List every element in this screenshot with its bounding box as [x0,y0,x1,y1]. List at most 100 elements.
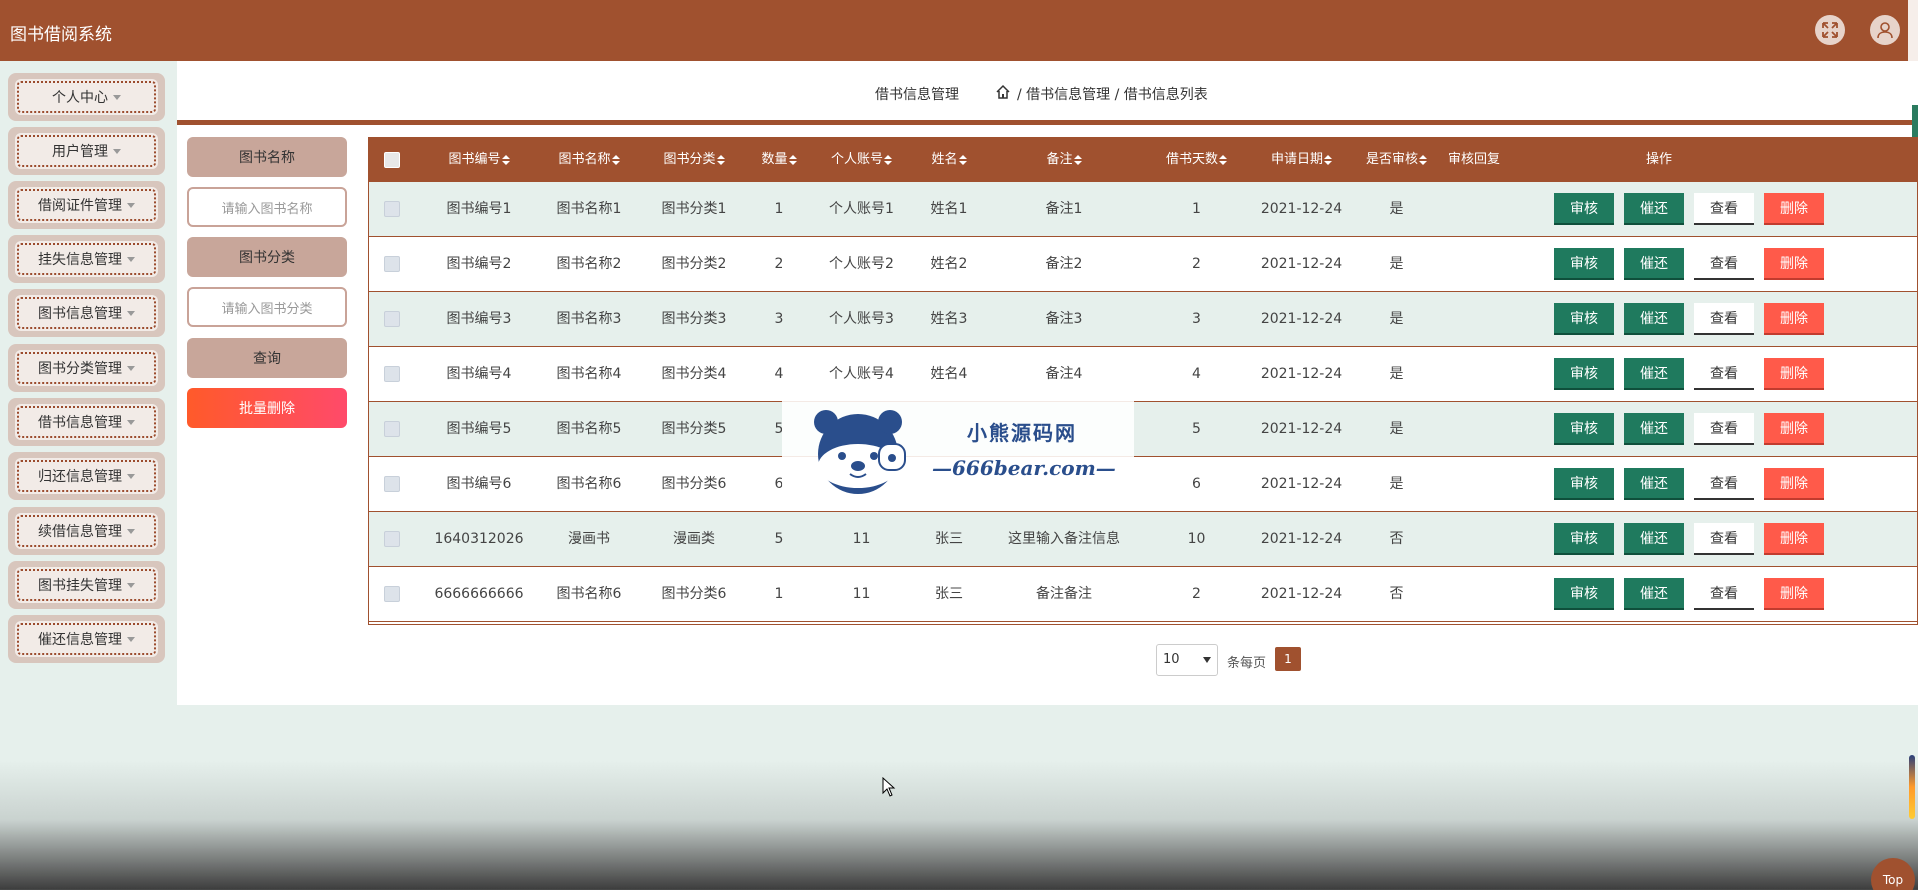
row-checkbox[interactable] [384,256,400,272]
delete-button[interactable]: 删除 [1764,578,1824,610]
sidebar-item-book-category[interactable]: 图书分类管理 [8,344,165,392]
sidebar-item-card-management[interactable]: 借阅证件管理 [8,181,165,229]
view-button[interactable]: 查看 [1694,523,1754,555]
breadcrumb-path[interactable]: / 借书信息管理 / 借书信息列表 [1017,84,1208,104]
cell-date: 2021-12-24 [1260,586,1343,602]
remind-button[interactable]: 催还 [1624,248,1684,280]
user-avatar-icon[interactable] [1870,15,1900,45]
watermark: 小熊源码网 —666bear.com— [782,400,1134,500]
col-header-date[interactable]: 申请日期 [1249,138,1354,182]
cell-person: 姓名2 [930,256,968,272]
col-header-qty[interactable]: 数量 [749,138,809,182]
audit-button[interactable]: 审核 [1554,193,1614,225]
sidebar-item-user-management[interactable]: 用户管理 [8,127,165,175]
table-row: 图书编号2 图书名称2 图书分类2 2 个人账号2 姓名2 备注2 2 2021… [369,237,1917,292]
cell-code: 1640312026 [434,531,524,547]
sidebar-item-renew-info[interactable]: 续借信息管理 [8,507,165,555]
row-checkbox[interactable] [384,421,400,437]
cell-qty: 1 [774,586,784,602]
row-checkbox[interactable] [384,586,400,602]
view-button[interactable]: 查看 [1694,413,1754,445]
row-checkbox[interactable] [384,531,400,547]
sidebar-item-loss-report[interactable]: 挂失信息管理 [8,235,165,283]
view-button[interactable]: 查看 [1694,468,1754,500]
remind-button[interactable]: 催还 [1624,578,1684,610]
batch-delete-button[interactable]: 批量删除 [187,388,347,428]
cell-person: 张三 [935,531,963,547]
page-size-select[interactable]: 10 [1156,644,1218,676]
delete-button[interactable]: 删除 [1764,523,1824,555]
chevron-down-icon [113,94,121,100]
view-button[interactable]: 查看 [1694,303,1754,335]
remind-button[interactable]: 催还 [1624,303,1684,335]
cell-remark: 这里输入备注信息 [1008,531,1120,547]
col-header-reply: 审核回复 [1439,138,1509,182]
cell-account: 个人账号2 [829,256,894,272]
cell-days: 6 [1192,476,1201,492]
sidebar-item-return-info[interactable]: 归还信息管理 [8,452,165,500]
view-button[interactable]: 查看 [1694,193,1754,225]
remind-button[interactable]: 催还 [1624,468,1684,500]
view-button[interactable]: 查看 [1694,578,1754,610]
cell-category: 图书分类3 [661,311,727,327]
cell-date: 2021-12-24 [1260,201,1343,217]
col-header-audited[interactable]: 是否审核 [1354,138,1439,182]
audit-button[interactable]: 审核 [1554,468,1614,500]
remind-button[interactable]: 催还 [1624,193,1684,225]
col-header-category[interactable]: 图书分类 [639,138,749,182]
sidebar-item-reminder-info[interactable]: 催还信息管理 [8,615,165,663]
row-checkbox[interactable] [384,366,400,382]
col-header-name[interactable]: 图书名称 [539,138,639,182]
delete-button[interactable]: 删除 [1764,358,1824,390]
cell-account: 11 [852,531,871,547]
audit-button[interactable]: 审核 [1554,303,1614,335]
cell-code: 图书编号2 [446,256,512,272]
col-header-remark[interactable]: 备注 [984,138,1144,182]
col-header-person[interactable]: 姓名 [914,138,984,182]
delete-button[interactable]: 删除 [1764,303,1824,335]
home-icon[interactable] [995,84,1011,104]
fullscreen-icon[interactable] [1815,15,1845,45]
book-category-input[interactable]: 请输入图书分类 [187,287,347,327]
row-checkbox[interactable] [384,476,400,492]
page-number-current[interactable]: 1 [1275,647,1301,671]
cell-audited: 是 [1389,421,1404,437]
row-checkbox[interactable] [384,311,400,327]
row-checkbox[interactable] [384,201,400,217]
delete-button[interactable]: 删除 [1764,248,1824,280]
breadcrumb: 借书信息管理 / 借书信息管理 / 借书信息列表 [177,61,1918,122]
scroll-to-top-button[interactable]: Top [1871,858,1915,890]
view-button[interactable]: 查看 [1694,248,1754,280]
remind-button[interactable]: 催还 [1624,413,1684,445]
col-header-code[interactable]: 图书编号 [419,138,539,182]
cell-person: 姓名3 [930,311,968,327]
table-row: 图书编号6 图书名称6 图书分类6 6 6 2021-12-24 是 审核 催还… [369,457,1917,512]
audit-button[interactable]: 审核 [1554,578,1614,610]
query-button[interactable]: 查询 [187,338,347,378]
audit-button[interactable]: 审核 [1554,358,1614,390]
cell-account: 个人账号3 [829,311,894,327]
select-all-checkbox[interactable] [384,152,400,168]
col-header-account[interactable]: 个人账号 [809,138,914,182]
sidebar-item-borrow-info[interactable]: 借书信息管理 [8,398,165,446]
book-name-input[interactable]: 请输入图书名称 [187,187,347,227]
audit-button[interactable]: 审核 [1554,248,1614,280]
cell-name: 图书名称6 [556,586,622,602]
delete-button[interactable]: 删除 [1764,413,1824,445]
page-title: 借书信息管理 [875,87,959,103]
sidebar-item-book-loss[interactable]: 图书挂失管理 [8,561,165,609]
delete-button[interactable]: 删除 [1764,193,1824,225]
delete-button[interactable]: 删除 [1764,468,1824,500]
col-header-days[interactable]: 借书天数 [1144,138,1249,182]
view-button[interactable]: 查看 [1694,358,1754,390]
scrollbar-thumb[interactable] [1909,755,1915,819]
sidebar-item-book-info[interactable]: 图书信息管理 [8,289,165,337]
sidebar-item-personal-center[interactable]: 个人中心 [8,73,165,121]
remind-button[interactable]: 催还 [1624,523,1684,555]
cell-qty: 5 [774,531,784,547]
audit-button[interactable]: 审核 [1554,413,1614,445]
audit-button[interactable]: 审核 [1554,523,1614,555]
remind-button[interactable]: 催还 [1624,358,1684,390]
chevron-down-icon [127,365,135,371]
sidebar-item-label: 图书信息管理 [38,306,122,322]
